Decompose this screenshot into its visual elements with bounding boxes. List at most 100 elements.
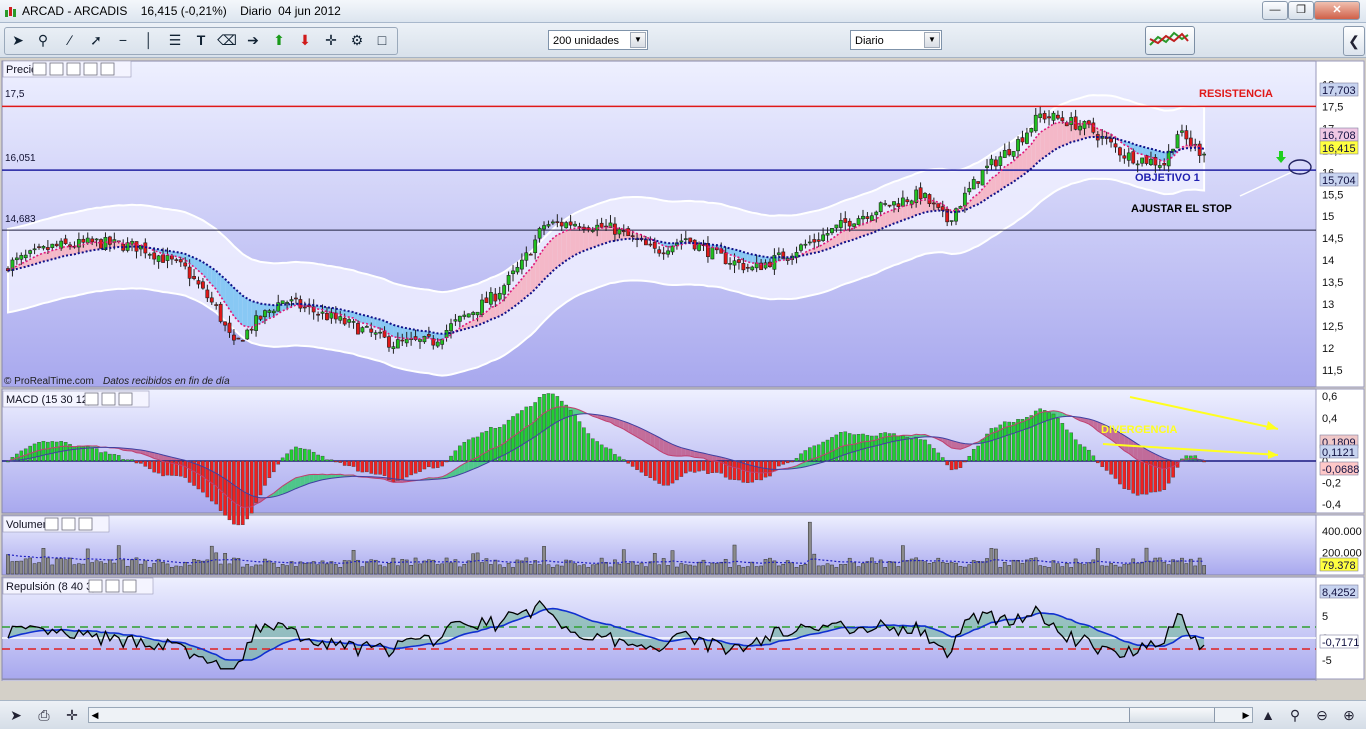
volume-bar xyxy=(122,560,125,574)
volume-bar xyxy=(711,563,714,574)
arrow-right-icon[interactable]: ➔ xyxy=(243,30,263,50)
trash-icon[interactable]: ⌫ xyxy=(217,30,237,50)
candle xyxy=(1008,149,1011,154)
chart-area[interactable]: RESISTENCIAOBJETIVO 1AJUSTAR EL STOPDIVE… xyxy=(0,59,1366,681)
scroll-left-icon[interactable]: ◀ xyxy=(89,708,101,722)
macd-bar xyxy=(551,394,554,461)
macd-bar xyxy=(760,461,763,480)
line-icon[interactable]: ∕ xyxy=(60,30,80,50)
period-select[interactable]: Diario▼ xyxy=(850,30,942,50)
cursor-icon[interactable]: ➤ xyxy=(6,705,26,725)
candle xyxy=(250,329,253,330)
units-select[interactable]: 200 unidades▼ xyxy=(548,30,648,50)
copyright-text: © ProRealTime.com xyxy=(4,376,94,387)
repulsion-axis-label: -5 xyxy=(1322,655,1332,667)
candle xyxy=(972,179,975,189)
vertical-line-icon[interactable]: │ xyxy=(139,30,159,50)
horizontal-line-icon[interactable]: − xyxy=(113,30,133,50)
arrow-up-icon[interactable]: ⬆ xyxy=(269,30,289,50)
macd-axis-label: 0,4 xyxy=(1322,413,1337,425)
candle xyxy=(365,326,368,327)
macd-bar xyxy=(432,461,435,468)
close-icon xyxy=(79,518,92,530)
macd-bar xyxy=(113,454,116,461)
candle xyxy=(1132,152,1135,163)
zoom-fit-icon[interactable]: ⚲ xyxy=(1285,705,1305,725)
volume-bar xyxy=(1127,564,1130,574)
candle xyxy=(892,202,895,206)
candle xyxy=(170,256,173,259)
candle xyxy=(46,247,49,249)
candle xyxy=(653,242,656,248)
minimize-button[interactable]: — xyxy=(1262,1,1288,20)
volume-bar xyxy=(215,553,218,574)
volume-bar xyxy=(520,561,523,574)
cursor-icon[interactable]: ➤ xyxy=(8,30,28,50)
scroll-right-icon[interactable]: ▶ xyxy=(1240,708,1252,722)
volume-bar xyxy=(977,561,980,574)
volume-bar xyxy=(542,546,545,574)
macd-bar xyxy=(325,460,328,461)
macd-bar xyxy=(627,461,630,463)
wrench-icon[interactable]: ✛ xyxy=(321,30,341,50)
window-title: ARCAD - ARCADIS 16,415 (-0,21%) Diario 0… xyxy=(22,4,341,18)
volume-bar xyxy=(870,558,873,574)
indicators-button[interactable] xyxy=(1145,26,1195,55)
zoom-out-icon[interactable]: ⊖ xyxy=(1312,705,1332,725)
stop-label: AJUSTAR EL STOP xyxy=(1131,203,1232,215)
arrow-down-icon[interactable]: ⬇ xyxy=(295,30,315,50)
zoom-icon[interactable]: ⚲ xyxy=(33,30,53,50)
volume-bar xyxy=(560,566,563,574)
volume-bar xyxy=(706,566,709,574)
chart-type-icon[interactable]: ▲ xyxy=(1258,705,1278,725)
candle xyxy=(777,253,780,255)
macd-bar xyxy=(671,461,674,483)
volume-bar xyxy=(684,565,687,574)
candle xyxy=(529,254,532,255)
rectangle-icon[interactable]: □ xyxy=(372,30,392,50)
volume-bar xyxy=(1025,560,1028,574)
candle xyxy=(188,267,191,278)
restore-button[interactable]: ❐ xyxy=(1288,1,1314,20)
macd-bar xyxy=(99,453,102,461)
macd-bar xyxy=(427,461,430,467)
macd-bar xyxy=(795,458,798,461)
macd-bar xyxy=(365,461,368,472)
macd-bar xyxy=(494,428,497,461)
volume-bar xyxy=(95,561,98,574)
zoom-in-icon[interactable]: ⊕ xyxy=(1339,705,1359,725)
volume-bar xyxy=(1039,566,1042,574)
close-button[interactable]: ✕ xyxy=(1314,1,1360,20)
pin-button[interactable]: ❮ xyxy=(1343,26,1365,56)
scale-icon[interactable]: ⚙ xyxy=(347,30,367,50)
macd-bar xyxy=(649,461,652,478)
macd-bar xyxy=(290,450,293,461)
macd-bar xyxy=(985,434,988,461)
volume-bar xyxy=(697,562,700,574)
candle xyxy=(1056,115,1059,118)
horizontal-scrollbar[interactable]: ◀ ▶ xyxy=(88,707,1253,723)
candle xyxy=(999,157,1002,166)
macd-bar xyxy=(684,461,687,473)
volume-bar xyxy=(728,567,731,574)
fibonacci-icon[interactable]: ☰ xyxy=(165,30,185,50)
macd-bar xyxy=(1096,461,1099,463)
ema-cloud xyxy=(854,226,858,240)
print-icon[interactable]: ⎙ xyxy=(34,705,54,725)
candle xyxy=(148,254,151,255)
price-tag: 16,415 xyxy=(1322,143,1356,155)
volume-bar xyxy=(135,558,138,574)
macd-bar xyxy=(596,441,599,461)
scroll-thumb[interactable] xyxy=(1129,708,1215,722)
macd-bar xyxy=(334,461,337,462)
macd-bar xyxy=(923,440,926,461)
text-icon[interactable]: T xyxy=(191,30,211,50)
volume-bar xyxy=(888,561,891,574)
candle xyxy=(547,224,550,226)
macd-bar xyxy=(618,457,621,461)
macd-bar xyxy=(604,448,607,461)
wrench-icon[interactable]: ✛ xyxy=(62,705,82,725)
ray-icon[interactable]: ➚ xyxy=(86,30,106,50)
volume-bar xyxy=(804,564,807,574)
volume-bar xyxy=(1171,560,1174,574)
